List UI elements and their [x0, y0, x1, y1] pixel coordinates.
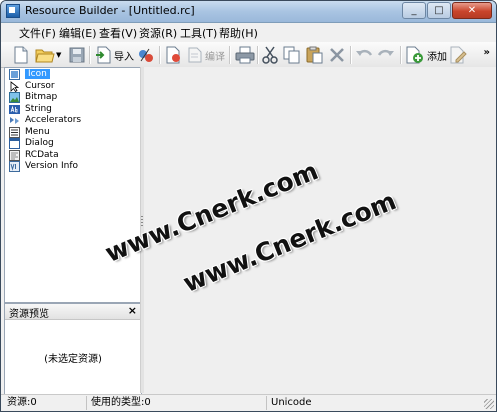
- copy-icon: [283, 46, 300, 64]
- dialog-resource-icon: [9, 137, 20, 149]
- toolbar-separator: [159, 46, 161, 64]
- delete-icon: [330, 48, 344, 62]
- new-file-icon: [14, 46, 28, 64]
- menu-resource[interactable]: 资源(R): [139, 25, 177, 41]
- app-icon: [6, 4, 20, 18]
- preview-empty-text: (未选定资源): [44, 354, 102, 365]
- status-resource-count: 资源:0: [3, 396, 87, 410]
- close-button[interactable]: ✕: [452, 2, 492, 19]
- toolbar-separator: [400, 46, 402, 64]
- scissors-icon: [262, 46, 278, 64]
- add-resource-icon: [406, 46, 423, 64]
- redo-icon: [377, 49, 394, 56]
- compile-icon: [188, 47, 202, 63]
- tree-item-label: Bitmap: [25, 92, 58, 102]
- menu-bar: 文件(F) 编辑(E) 查看(V) 资源(R) 工具(T) 帮助(H): [1, 23, 496, 41]
- tree-item-label: Menu: [25, 127, 50, 137]
- accelerators-resource-icon: [10, 116, 19, 124]
- maximize-button[interactable]: □: [427, 2, 451, 19]
- save-button[interactable]: [69, 45, 85, 65]
- add-resource-button[interactable]: 添加: [405, 45, 447, 65]
- version-info-resource-icon: [9, 160, 20, 172]
- window-controls: _ □ ✕: [402, 2, 492, 19]
- tree-item-label: Icon: [25, 69, 50, 79]
- printer-icon: [235, 46, 255, 64]
- rcdata-resource-icon: [9, 149, 20, 161]
- toolbar-separator: [89, 46, 91, 64]
- undo-icon: [356, 49, 373, 56]
- menu-file[interactable]: 文件(F): [19, 25, 56, 41]
- edit-resource-button[interactable]: [449, 45, 467, 65]
- delete-button[interactable]: [329, 45, 345, 65]
- compile-label: 编译: [205, 51, 225, 63]
- open-folder-icon: [35, 49, 55, 63]
- toolbar-overflow-button[interactable]: »: [484, 47, 490, 58]
- tree-item-bitmap[interactable]: Bitmap: [9, 91, 57, 103]
- tree-item-label: Accelerators: [25, 115, 82, 125]
- tree-item-label: Version Info: [25, 161, 78, 171]
- bitmap-resource-icon: [9, 91, 20, 103]
- paste-icon: [306, 46, 323, 64]
- preview-header: 资源预览 ×: [5, 304, 141, 320]
- title-bar[interactable]: Resource Builder - [Untitled.rc] _ □ ✕: [1, 1, 496, 23]
- resize-grip[interactable]: [484, 399, 494, 409]
- resource-preview-panel: 资源预览 × (未选定资源): [4, 303, 142, 396]
- toolbar: ▼ 导入 编译 添加 »: [1, 42, 496, 68]
- print-button[interactable]: [235, 45, 255, 65]
- minimize-button[interactable]: _: [402, 2, 426, 19]
- cursor-resource-icon: [10, 80, 20, 92]
- preview-title: 资源预览: [9, 309, 49, 320]
- menu-tools[interactable]: 工具(T): [180, 25, 217, 41]
- undo-button[interactable]: [355, 45, 373, 65]
- tree-item-label: RCData: [25, 150, 59, 160]
- menu-help[interactable]: 帮助(H): [219, 25, 258, 41]
- icon-resource-icon: [9, 68, 20, 80]
- tree-item-dialog[interactable]: Dialog: [9, 137, 54, 149]
- window-title: Resource Builder - [Untitled.rc]: [25, 4, 195, 17]
- tree-item-accelerators[interactable]: Accelerators: [9, 114, 81, 126]
- paste-button[interactable]: [306, 45, 324, 65]
- app-window: Resource Builder - [Untitled.rc] _ □ ✕ 文…: [0, 0, 497, 412]
- tree-item-label: String: [25, 104, 52, 114]
- menu-resource-icon: [9, 126, 20, 138]
- edit-resource-icon: [450, 46, 467, 64]
- redo-button[interactable]: [377, 45, 395, 65]
- tree-item-version-info[interactable]: Version Info: [9, 160, 78, 172]
- status-bar: 资源:0 使用的类型:0 Unicode: [1, 394, 496, 411]
- tree-item-icon[interactable]: Icon: [9, 68, 50, 80]
- chevron-down-icon[interactable]: ▼: [56, 51, 61, 59]
- new-button[interactable]: [13, 45, 29, 65]
- resource-editor-icon: [166, 46, 180, 64]
- open-button[interactable]: ▼: [35, 45, 61, 65]
- resource-tree[interactable]: Icon Cursor Bitmap String Accelerators M…: [4, 67, 142, 303]
- toolbar-separator: [350, 46, 352, 64]
- import-button[interactable]: 导入: [95, 45, 134, 65]
- cut-button[interactable]: [262, 45, 278, 65]
- tree-item-label: Dialog: [25, 138, 54, 148]
- properties-button[interactable]: [137, 45, 155, 65]
- properties-icon: [139, 48, 153, 62]
- copy-button[interactable]: [283, 45, 301, 65]
- status-used-types: 使用的类型:0: [87, 396, 267, 410]
- menu-edit[interactable]: 编辑(E): [59, 25, 97, 41]
- import-icon: [96, 46, 111, 64]
- toolbar-separator: [257, 46, 259, 64]
- import-label: 导入: [114, 51, 134, 63]
- menu-view[interactable]: 查看(V): [99, 25, 137, 41]
- resource-editor-button[interactable]: [165, 45, 183, 65]
- tree-item-label: Cursor: [25, 81, 55, 91]
- status-encoding: Unicode: [271, 397, 312, 408]
- string-resource-icon: [9, 104, 20, 114]
- toolbar-separator: [229, 46, 231, 64]
- compile-button[interactable]: 编译: [187, 45, 225, 65]
- preview-close-button[interactable]: ×: [128, 304, 137, 317]
- add-label: 添加: [427, 51, 447, 63]
- save-icon: [69, 47, 85, 63]
